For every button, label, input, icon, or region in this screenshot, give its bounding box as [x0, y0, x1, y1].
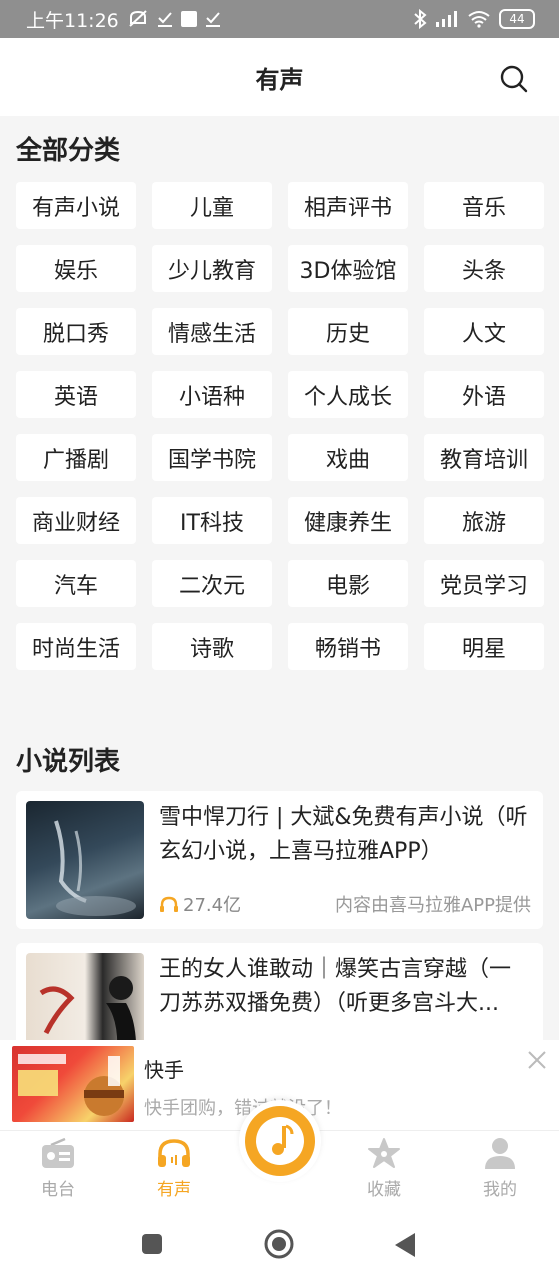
signal-icon	[436, 11, 457, 27]
check-icon	[205, 12, 220, 27]
search-icon[interactable]	[499, 64, 529, 94]
system-nav-bar	[0, 1212, 559, 1280]
tab-radio[interactable]: 电台	[18, 1137, 98, 1200]
category-item[interactable]: 畅销书	[288, 623, 408, 670]
page-title: 有声	[255, 65, 304, 94]
category-item[interactable]: 儿童	[152, 182, 272, 229]
category-item[interactable]: 广播剧	[16, 434, 136, 481]
radio-icon	[42, 1137, 74, 1168]
category-item[interactable]: 娱乐	[16, 245, 136, 292]
tab-label: 电台	[41, 1180, 75, 1200]
person-icon	[485, 1138, 515, 1169]
play-button[interactable]	[239, 1100, 321, 1182]
novel-title: 王的女人谁敢动｜爆笑古言穿越（一刀苏苏双播免费）（听更多宫斗大...	[159, 957, 512, 1016]
status-bar: 上午11:26 44	[0, 0, 559, 38]
tab-label: 收藏	[367, 1180, 401, 1200]
content-source: 内容由喜马拉雅APP提供	[334, 895, 531, 916]
music-note-icon	[256, 1117, 304, 1165]
header: 有声	[0, 38, 559, 116]
category-item[interactable]: 教育培训	[424, 434, 544, 481]
category-item[interactable]: 少儿教育	[152, 245, 272, 292]
category-item[interactable]: 国学书院	[152, 434, 272, 481]
category-item[interactable]: 情感生活	[152, 308, 272, 355]
category-item[interactable]: 诗歌	[152, 623, 272, 670]
tab-favorites[interactable]: 收藏	[344, 1137, 424, 1200]
bluetooth-icon	[414, 9, 427, 29]
category-item[interactable]: 相声评书	[288, 182, 408, 229]
tab-label: 我的	[483, 1180, 517, 1200]
novel-card[interactable]: 雪中悍刀行 | 大斌&免费有声小说（听玄幻小说，上喜马拉雅APP） 27.4亿 …	[16, 791, 543, 929]
category-item[interactable]: 二次元	[152, 560, 272, 607]
status-time: 上午11:26	[26, 9, 119, 32]
category-grid: 有声小说 儿童 相声评书 音乐娱乐 少儿教育 3D体验馆 头条脱口秀 情感生活 历史 人文英语 小语…	[16, 182, 544, 670]
category-item[interactable]: 外语	[424, 371, 544, 418]
wifi-icon	[468, 11, 490, 28]
category-item[interactable]: 脱口秀	[16, 308, 136, 355]
category-item[interactable]: 明星	[424, 623, 544, 670]
battery-icon: 44	[499, 9, 535, 29]
novel-list-title: 小说列表	[16, 747, 121, 777]
category-item[interactable]: 时尚生活	[16, 623, 136, 670]
mute-icon	[129, 10, 147, 27]
category-item[interactable]: 戏曲	[288, 434, 408, 481]
status-left: 上午11:26	[26, 6, 221, 33]
play-count-value: 27.4亿	[183, 895, 242, 916]
headphones-icon	[160, 896, 178, 912]
play-button-inner	[245, 1106, 315, 1176]
category-item[interactable]: 有声小说	[16, 182, 136, 229]
back-icon[interactable]	[394, 1232, 416, 1258]
category-item[interactable]: 旅游	[424, 497, 544, 544]
novel-meta: 27.4亿 内容由喜马拉雅APP提供	[159, 891, 531, 917]
category-item[interactable]: 党员学习	[424, 560, 544, 607]
tab-label: 有声	[157, 1180, 191, 1200]
novel-cover-image	[26, 801, 144, 919]
check-icon	[157, 12, 172, 27]
novel-title: 雪中悍刀行 | 大斌&免费有声小说（听玄幻小说，上喜马拉雅APP）	[159, 805, 528, 864]
play-count: 27.4亿	[159, 891, 241, 917]
tab-profile[interactable]: 我的	[460, 1137, 540, 1200]
category-item[interactable]: 个人成长	[288, 371, 408, 418]
category-item[interactable]: 头条	[424, 245, 544, 292]
category-item[interactable]: 小语种	[152, 371, 272, 418]
ad-image	[12, 1046, 134, 1122]
category-item[interactable]: 音乐	[424, 182, 544, 229]
app-notification-icon	[180, 11, 197, 27]
category-item[interactable]: 汽车	[16, 560, 136, 607]
category-item[interactable]: 历史	[288, 308, 408, 355]
close-icon[interactable]	[527, 1050, 547, 1070]
category-item[interactable]: 英语	[16, 371, 136, 418]
category-item[interactable]: 商业财经	[16, 497, 136, 544]
star-icon	[368, 1138, 400, 1168]
headphones-icon	[158, 1139, 190, 1167]
category-item[interactable]: 3D体验馆	[288, 245, 408, 292]
category-item[interactable]: 电影	[288, 560, 408, 607]
category-item[interactable]: 人文	[424, 308, 544, 355]
ad-title: 快手	[144, 1058, 184, 1082]
recents-icon[interactable]	[141, 1233, 163, 1255]
categories-title: 全部分类	[16, 136, 121, 166]
status-right: 44	[413, 9, 535, 29]
tab-audio[interactable]: 有声	[134, 1137, 214, 1200]
category-item[interactable]: IT科技	[152, 497, 272, 544]
category-item[interactable]: 健康养生	[288, 497, 408, 544]
home-icon[interactable]	[263, 1228, 295, 1260]
